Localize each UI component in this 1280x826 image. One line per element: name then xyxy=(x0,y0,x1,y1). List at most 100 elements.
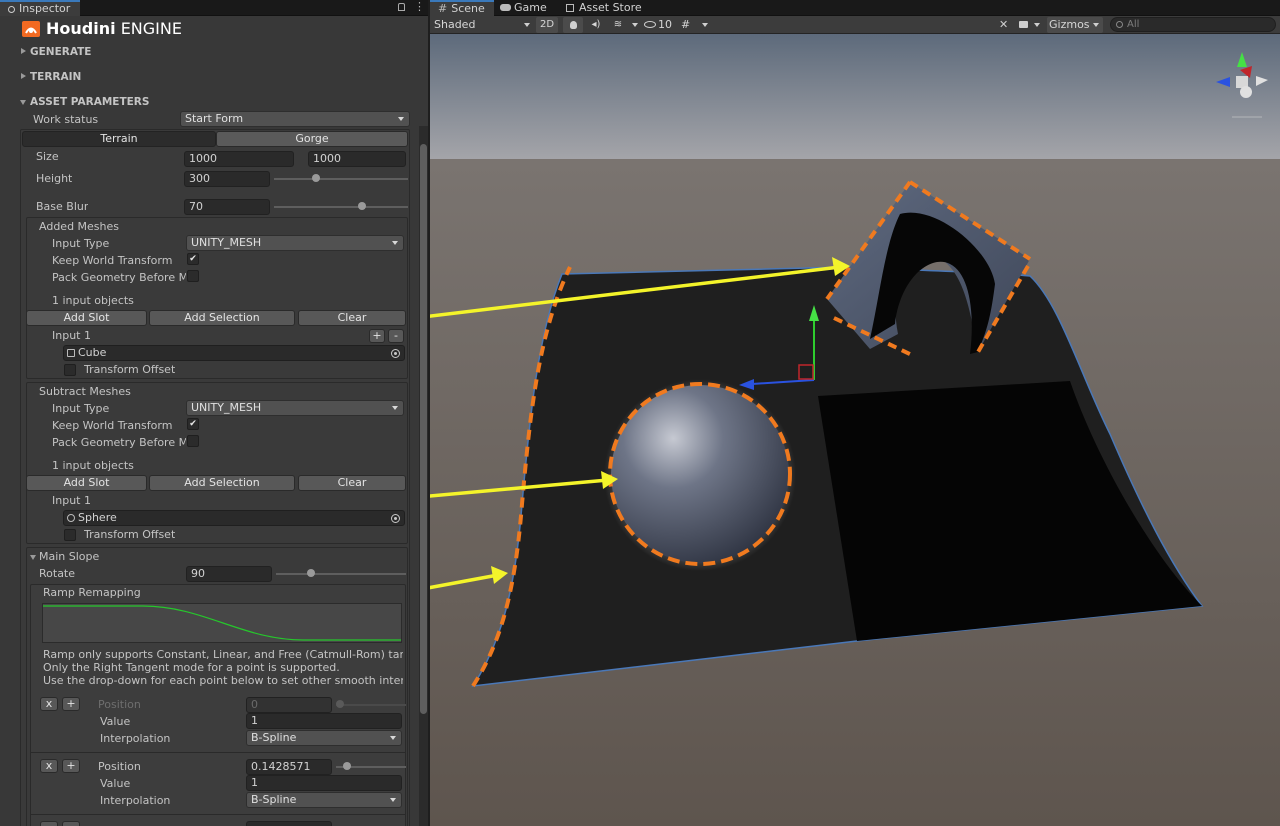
lock-icon[interactable] xyxy=(398,3,405,11)
point-position-label: Position xyxy=(98,760,141,773)
tab-gorge[interactable]: Gorge xyxy=(216,131,408,147)
logo-text-light: ENGINE xyxy=(120,19,182,38)
tab-gorge-label: Gorge xyxy=(295,132,329,145)
base-blur-field[interactable]: 70 xyxy=(184,199,270,215)
height-slider-track[interactable] xyxy=(274,178,408,180)
added-add-slot-button[interactable]: Add Slot xyxy=(26,310,147,326)
add-point-button[interactable]: + xyxy=(62,759,80,773)
point-interp-value: B-Spline xyxy=(251,793,297,806)
subtract-pack-geo-checkbox[interactable] xyxy=(187,435,199,447)
point-value-field[interactable]: 1 xyxy=(246,713,402,729)
subtract-clear-button[interactable]: Clear xyxy=(298,475,406,491)
remove-point-button[interactable]: x xyxy=(40,759,58,773)
point-interp-dropdown[interactable]: B-Spline xyxy=(246,730,402,746)
subtract-add-slot-button[interactable]: Add Slot xyxy=(26,475,147,491)
subtract-transform-offset-label: Transform Offset xyxy=(84,528,176,541)
work-status-label: Work status xyxy=(33,113,99,126)
hidden-objects-toggle[interactable]: 10 xyxy=(644,17,678,33)
point-value-label: Value xyxy=(100,715,131,728)
added-plus-button[interactable]: + xyxy=(369,329,385,343)
subtract-sphere-object-field[interactable]: Sphere xyxy=(63,510,405,526)
object-picker-icon[interactable] xyxy=(391,514,400,523)
added-minus-button[interactable]: - xyxy=(388,329,404,343)
effects-toggle-button[interactable]: ≋ xyxy=(608,17,628,33)
add-point-button-partial[interactable] xyxy=(62,821,80,826)
point-position-slider-knob[interactable] xyxy=(343,762,351,770)
gizmos-label: Gizmos xyxy=(1049,18,1090,31)
main-slope-foldout-arrow-icon[interactable] xyxy=(30,555,36,560)
added-pack-geo-checkbox[interactable] xyxy=(187,270,199,282)
added-input-type-dropdown[interactable]: UNITY_MESH xyxy=(186,235,404,251)
work-status-dropdown[interactable]: Start Form xyxy=(180,111,410,127)
added-input-type-label: Input Type xyxy=(52,237,110,250)
tab-inspector[interactable]: Inspector xyxy=(0,0,80,16)
ramp-curve xyxy=(43,605,401,641)
divider xyxy=(30,752,406,753)
grid-snap-icon[interactable]: # xyxy=(681,17,695,33)
added-clear-button[interactable]: Clear xyxy=(298,310,406,326)
subtract-input-type-dropdown[interactable]: UNITY_MESH xyxy=(186,400,404,416)
chevron-down-icon xyxy=(1093,23,1099,27)
tab-terrain[interactable]: Terrain xyxy=(22,131,216,147)
height-field[interactable]: 300 xyxy=(184,171,270,187)
added-meshes-title: Added Meshes xyxy=(39,220,120,233)
remove-point-button-partial[interactable] xyxy=(40,821,58,826)
subtract-input-1-label: Input 1 xyxy=(52,494,91,507)
add-point-button[interactable]: + xyxy=(62,697,80,711)
point-interp-dropdown[interactable]: B-Spline xyxy=(246,792,402,808)
added-keep-world-checkbox[interactable]: ✔ xyxy=(187,253,199,265)
point-position-field-partial[interactable] xyxy=(246,821,332,826)
inspector-scrollbar[interactable] xyxy=(419,126,428,826)
scrollbar-thumb[interactable] xyxy=(420,144,427,714)
main-slope-title[interactable]: Main Slope xyxy=(39,550,99,564)
subtract-transform-offset-checkbox[interactable] xyxy=(64,529,76,541)
camera-dropdown[interactable] xyxy=(1019,17,1047,33)
subtract-keep-world-label: Keep World Transform xyxy=(52,419,173,432)
remove-point-button[interactable]: x xyxy=(40,697,58,711)
point-value-field[interactable]: 1 xyxy=(246,775,402,791)
rotate-label: Rotate xyxy=(39,567,76,580)
added-cube-object-field[interactable]: Cube xyxy=(63,345,405,361)
terrain-foldout-arrow-icon[interactable] xyxy=(21,73,26,79)
size-x-field[interactable]: 1000 xyxy=(184,151,294,167)
tab-asset-store[interactable]: Asset Store xyxy=(566,0,656,16)
rotate-slider-track[interactable] xyxy=(276,573,406,575)
point-value-label: Value xyxy=(100,777,131,790)
object-picker-icon[interactable] xyxy=(391,349,400,358)
tab-scene[interactable]: # Scene xyxy=(430,0,494,16)
asset-params-foldout-arrow-icon[interactable] xyxy=(20,100,26,105)
tools-icon[interactable]: ✕ xyxy=(999,17,1013,33)
rotate-field[interactable]: 90 xyxy=(186,566,272,582)
tab-menu-icon[interactable]: ⋮ xyxy=(414,1,425,13)
subtract-input-type-value: UNITY_MESH xyxy=(191,401,262,414)
subtract-add-selection-button[interactable]: Add Selection xyxy=(149,475,295,491)
shading-mode-dropdown[interactable]: Shaded xyxy=(434,17,530,33)
grid-chevron-down-icon[interactable] xyxy=(702,23,708,27)
inspector-tabbar: Inspector ⋮ xyxy=(0,0,428,16)
size-y-field[interactable]: 1000 xyxy=(308,151,406,167)
section-terrain[interactable]: TERRAIN xyxy=(30,70,81,84)
gamepad-icon xyxy=(500,4,511,11)
tab-scene-label: Scene xyxy=(451,2,485,15)
height-slider-knob[interactable] xyxy=(311,174,320,182)
audio-toggle-button[interactable]: ◂) xyxy=(586,17,606,33)
section-generate[interactable]: GENERATE xyxy=(30,45,91,59)
generate-foldout-arrow-icon[interactable] xyxy=(21,48,26,54)
tab-game[interactable]: Game xyxy=(500,0,560,16)
ramp-curve-editor[interactable] xyxy=(42,603,402,643)
scene-viewport[interactable] xyxy=(430,34,1280,826)
added-add-selection-button[interactable]: Add Selection xyxy=(149,310,295,326)
lighting-toggle-button[interactable] xyxy=(563,17,583,33)
point-position-field[interactable]: 0.1428571 xyxy=(246,759,332,775)
gizmos-dropdown[interactable]: Gizmos xyxy=(1047,17,1103,33)
toggle-2d-button[interactable]: 2D xyxy=(536,17,558,33)
subtract-keep-world-checkbox[interactable]: ✔ xyxy=(187,418,199,430)
added-transform-offset-checkbox[interactable] xyxy=(64,364,76,376)
scene-search-input[interactable]: All xyxy=(1110,17,1276,32)
sky xyxy=(430,34,1280,164)
chevron-down-icon xyxy=(392,241,398,245)
base-blur-slider-track[interactable] xyxy=(274,206,408,208)
effects-chevron-down-icon[interactable] xyxy=(632,23,638,27)
section-asset-parameters[interactable]: ASSET PARAMETERS xyxy=(30,95,149,109)
added-objects-count: 1 input objects xyxy=(52,294,134,307)
